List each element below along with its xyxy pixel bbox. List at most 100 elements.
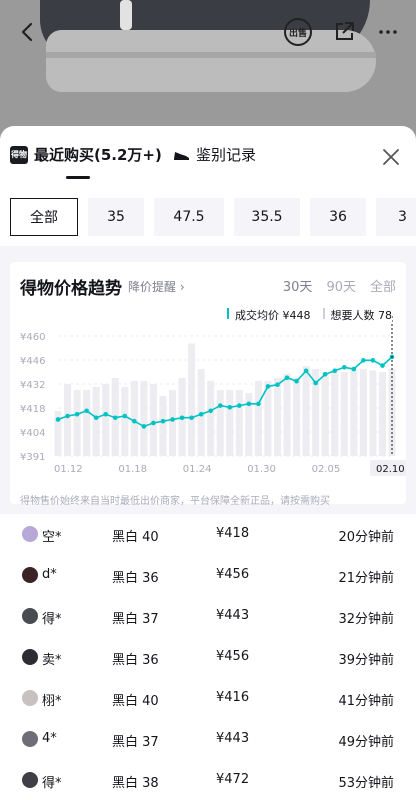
avg-price-point (122, 413, 128, 419)
table-row: d* 黑白 36 ¥456 21分钟前 (0, 555, 416, 596)
avg-price-point (370, 358, 376, 363)
x-tick-label: 01.24 (183, 464, 212, 475)
close-icon[interactable] (380, 146, 402, 168)
want-count-bar (169, 390, 177, 456)
purchase-time: 53分钟前 (338, 776, 394, 791)
purchase-size: 黑白 36 (112, 571, 159, 586)
size-chip[interactable]: 35.5 (234, 198, 300, 236)
range-90d[interactable]: 90天 (326, 276, 356, 295)
want-count-bar (273, 378, 281, 456)
want-count-bar (293, 378, 301, 456)
avg-price-point (351, 366, 357, 372)
avg-price-point (227, 405, 233, 410)
avg-price-point (141, 424, 147, 429)
buyer-name: 空* (42, 530, 62, 545)
size-chip[interactable]: 47.5 (154, 198, 224, 236)
buyer-name: d* (42, 567, 57, 582)
avg-price-point (103, 411, 109, 417)
purchase-size: 黑白 37 (112, 612, 159, 627)
size-chip[interactable]: 3 (376, 198, 416, 236)
purchase-time: 41分钟前 (338, 694, 394, 709)
avg-price-point (322, 371, 328, 377)
avg-price-point (294, 378, 299, 384)
table-row: 空* 黑白 40 ¥418 20分钟前 (0, 514, 416, 555)
avg-price-point (93, 415, 99, 421)
avg-price-point (55, 417, 61, 422)
y-tick-label: ¥404 (20, 428, 45, 439)
avatar (22, 649, 38, 665)
avatar (22, 690, 38, 706)
want-count-bar (121, 387, 129, 456)
purchase-size: 黑白 38 (112, 776, 159, 791)
size-chip[interactable]: 36 (310, 198, 366, 236)
range-all[interactable]: 全部 (370, 276, 396, 295)
purchase-price: ¥443 (216, 608, 250, 623)
size-filter-bar: 全部 35 47.5 35.5 36 3 (0, 198, 416, 238)
avg-price-point (256, 401, 261, 407)
x-tick-label: 02.05 (312, 464, 341, 475)
purchase-size: 黑白 40 (112, 694, 159, 709)
avg-price-point (332, 368, 338, 374)
table-row: 得* 黑白 37 ¥443 32分钟前 (0, 596, 416, 637)
more-button[interactable] (370, 14, 406, 50)
buyer-name: 栩* (42, 694, 62, 709)
y-tick-label: ¥432 (20, 380, 45, 391)
buyer-name: 得* (42, 612, 62, 627)
avatar (22, 731, 38, 747)
price-trend-card: 得物价格趋势 降价提醒 › 30天 90天 全部 ¥460 ¥446 ¥432 ¥41… (10, 262, 406, 507)
dewu-logo-icon: 得物 (10, 145, 28, 164)
want-count-bar (359, 369, 367, 456)
avatar (22, 567, 38, 583)
want-count-bar (102, 384, 110, 456)
avatar (22, 772, 38, 788)
size-chip[interactable]: 全部 (10, 198, 78, 236)
want-count-bar (235, 390, 243, 456)
purchase-price: ¥416 (216, 690, 250, 705)
y-tick-label: ¥460 (20, 332, 45, 343)
purchase-time: 21分钟前 (338, 571, 394, 586)
buyer-name: 卖* (42, 653, 62, 668)
avatar (22, 526, 38, 542)
price-trend-chart[interactable]: ¥460 ¥446 ¥432 ¥418 ¥404 ¥391 01.12 01.18 01.24 0… (10, 316, 406, 476)
purchase-price: ¥456 (216, 567, 250, 582)
table-row: 4* 黑白 37 ¥443 49分钟前 (0, 719, 416, 760)
sell-button[interactable]: 出售 (280, 14, 316, 50)
avg-price-point (170, 417, 175, 422)
avg-price-point (198, 411, 204, 417)
more-dots-icon (379, 30, 397, 34)
avg-price-point (275, 382, 280, 387)
avg-price-point (208, 408, 213, 414)
x-tick-label: 01.30 (247, 464, 276, 475)
want-count-bar (149, 384, 157, 456)
avg-price-point (361, 358, 366, 363)
want-count-bar (378, 372, 386, 456)
avg-price-point (265, 384, 271, 389)
tab-authentication-records-label: 鉴别记录 (196, 146, 257, 164)
want-count-bar (216, 390, 224, 456)
want-count-bar (73, 390, 81, 456)
price-disclaimer: 得物售价始终来自当时最低出价商家，平台保障全新正品，请按需购买 (20, 496, 330, 507)
tab-recent-purchases-label: 最近购买(5.2万+) (34, 146, 162, 164)
back-button[interactable] (10, 14, 46, 50)
size-chip[interactable]: 35 (88, 198, 144, 236)
want-count-bar (254, 381, 262, 456)
want-count-bar (331, 372, 339, 456)
buyer-name: 得* (42, 776, 62, 791)
range-30d[interactable]: 30天 (283, 276, 313, 295)
purchase-price: ¥418 (216, 526, 250, 541)
want-count-bar (188, 343, 196, 456)
price-drop-alert-link[interactable]: 降价提醒 › (128, 278, 185, 295)
purchase-size: 黑白 40 (112, 530, 159, 545)
product-image: 出售 (0, 0, 416, 140)
tab-authentication-records[interactable]: 鉴别记录 (172, 144, 256, 165)
legend-avg-price: 成交均价 ¥448 (227, 307, 311, 323)
sheet-tabs: 得物 最近购买(5.2万+) 鉴别记录 (0, 126, 416, 188)
want-count-bar (83, 390, 91, 456)
share-button[interactable] (326, 14, 362, 50)
avg-price-point (380, 363, 385, 368)
purchase-time: 20分钟前 (338, 530, 394, 545)
y-tick-label: ¥446 (20, 356, 45, 367)
tab-recent-purchases[interactable]: 得物 最近购买(5.2万+) (10, 144, 162, 165)
avg-price-point (246, 401, 252, 407)
want-count-bar (92, 387, 100, 456)
